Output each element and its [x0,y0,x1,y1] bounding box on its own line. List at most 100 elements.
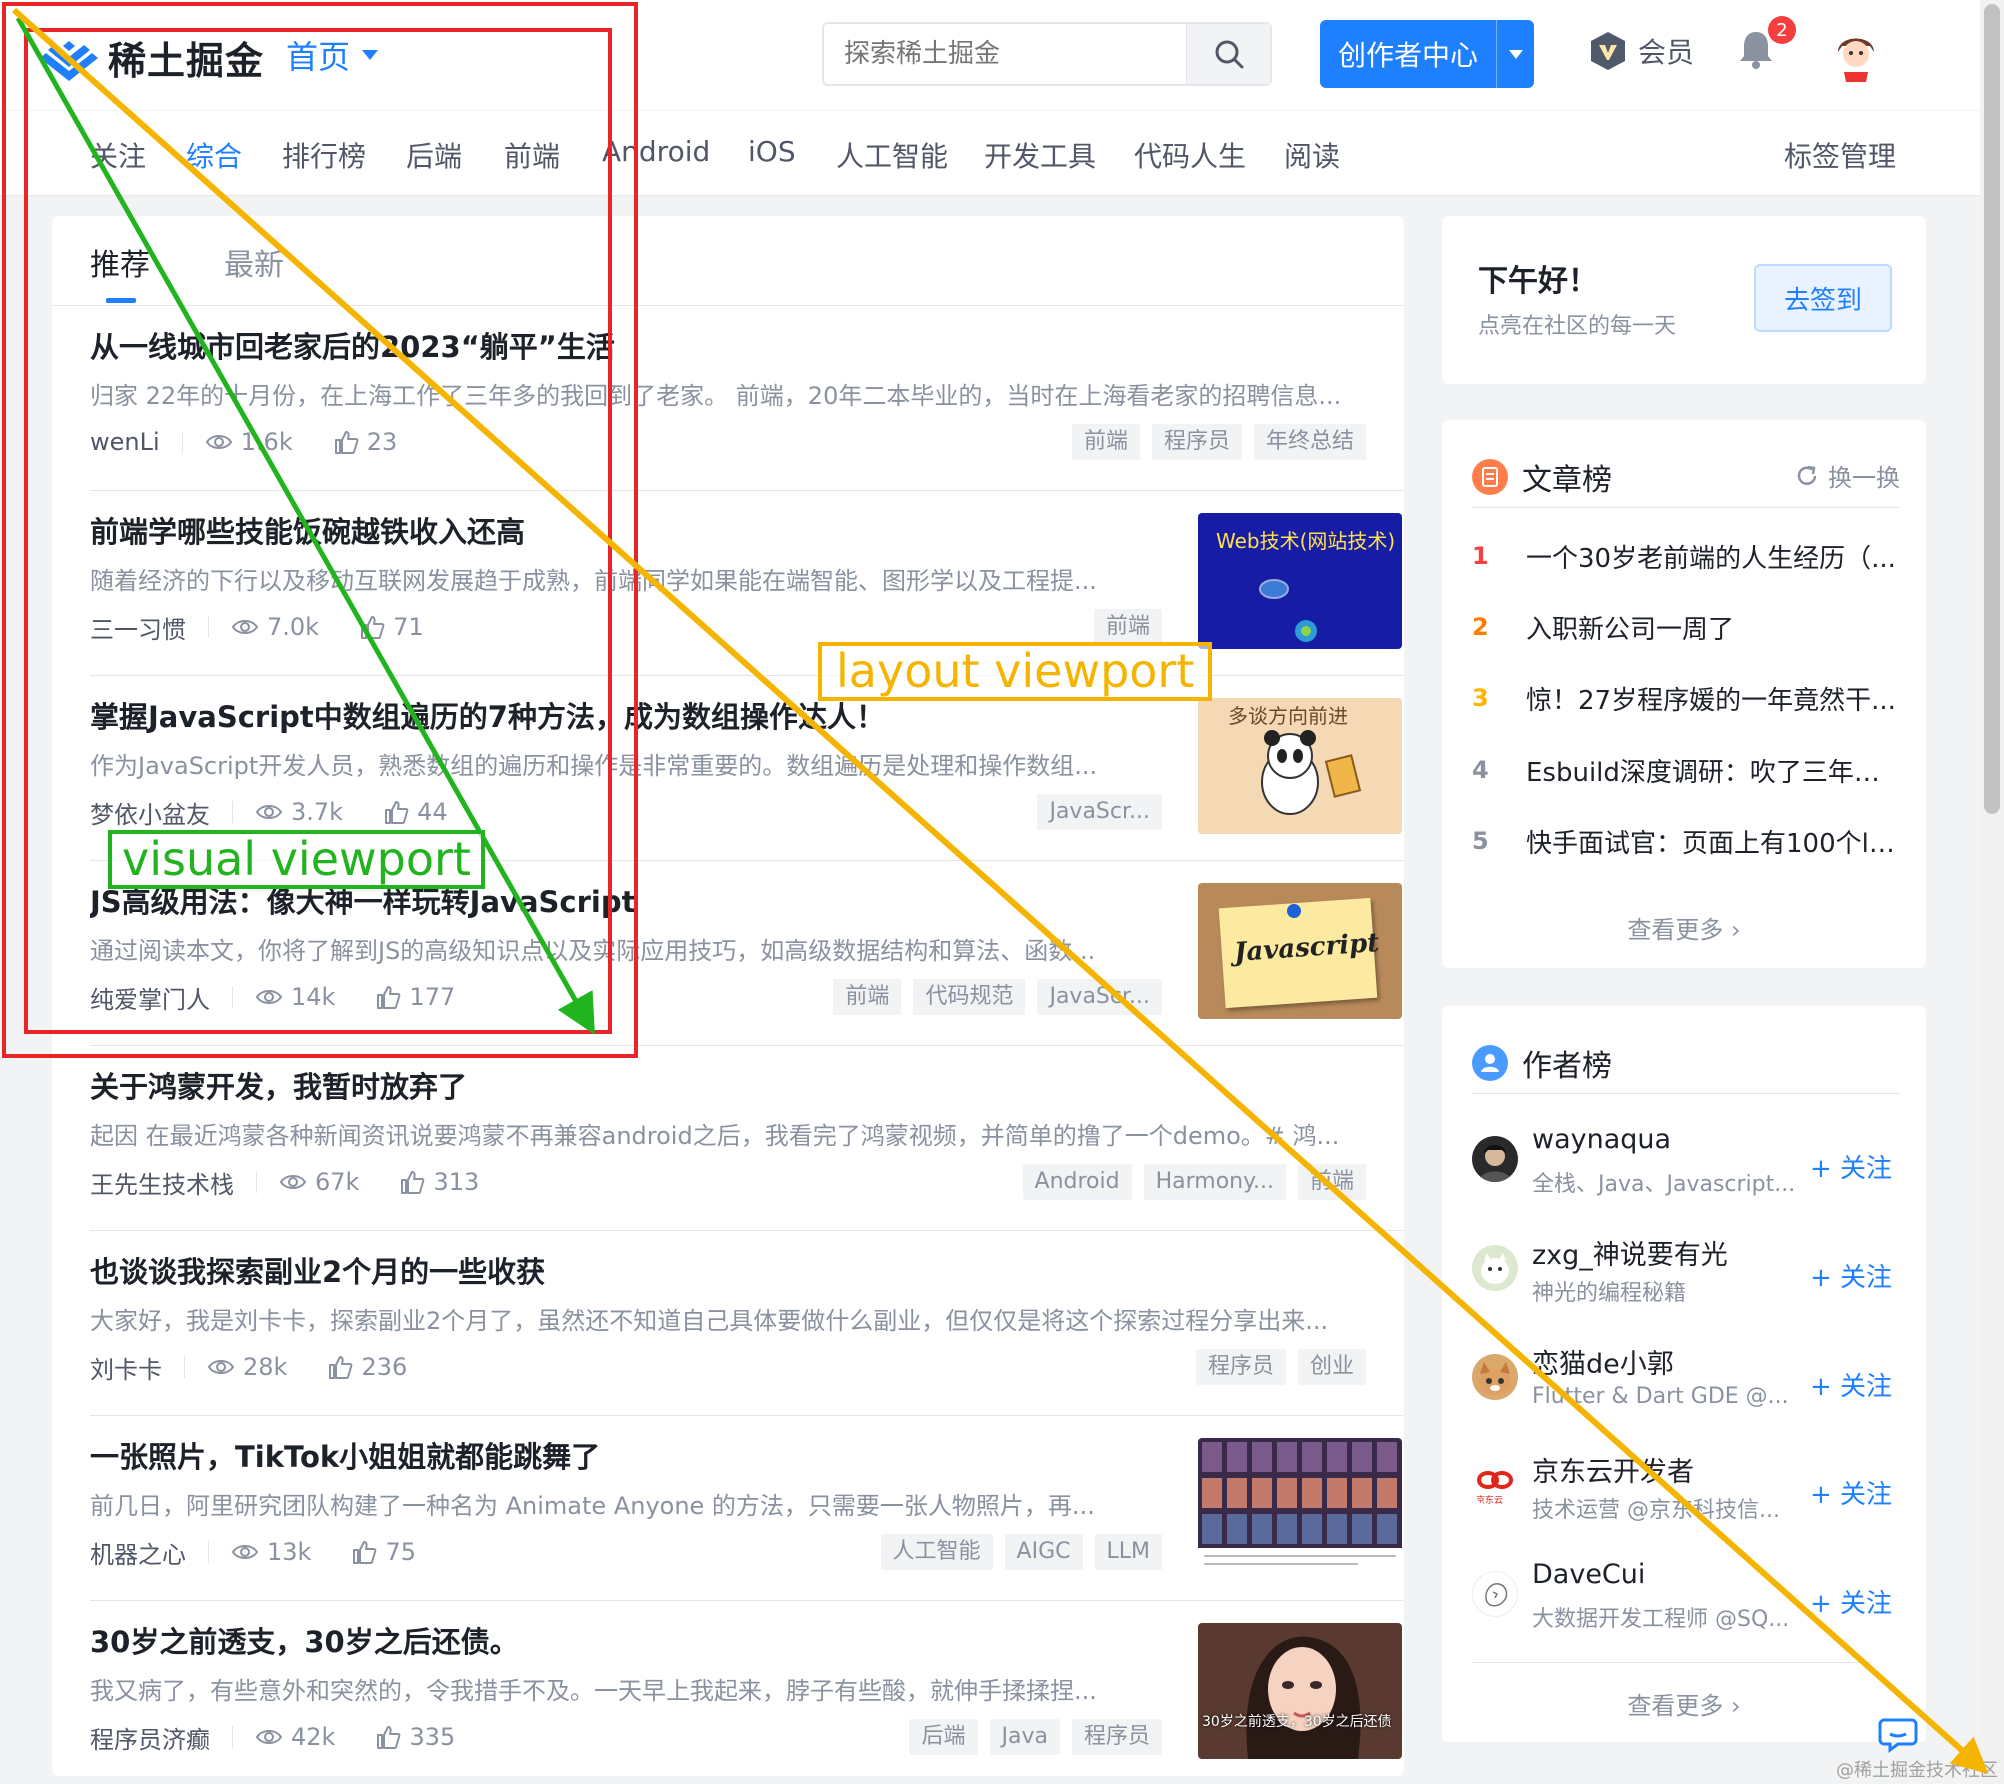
author-avatar[interactable] [1472,1354,1518,1400]
page-scrollbar[interactable] [1980,0,2004,1784]
article-title[interactable]: 一张照片，TikTok小姐姐就都能跳舞了 [90,1434,1160,1476]
rank-title[interactable]: Esbuild深度调研：吹了三年，... [1526,752,1900,789]
rank-title[interactable]: 一个30岁老前端的人生经历（... [1526,538,1900,575]
view-more-link[interactable]: 查看更多 › [1442,910,1926,945]
category-follow[interactable]: 关注 [90,135,146,175]
article-tag[interactable]: 前端 [1093,609,1162,645]
article-item[interactable]: 前端学哪些技能饭碗越铁收入还高 随着经济的下行以及移动互联网发展趋于成熟，前端同… [90,491,1404,676]
like-button[interactable]: 313 [399,1168,479,1196]
like-button[interactable]: 236 [327,1353,407,1381]
category-code-life[interactable]: 代码人生 [1134,135,1246,175]
author-item[interactable]: 恋猫de小郭 Flutter & Dart GDE @... + 关注 [1472,1342,1900,1426]
article-tag[interactable]: JavaScr... [1037,794,1162,830]
article-author[interactable]: wenLi [90,428,160,456]
rank-title[interactable]: 快手面试官：页面上有100个li... [1526,823,1900,860]
category-general[interactable]: 综合 [186,135,242,175]
article-item[interactable]: 关于鸿蒙开发，我暂时放弃了 起因 在最近鸿蒙各种新闻资讯说要鸿蒙不再兼容andr… [90,1046,1404,1231]
author-avatar[interactable]: 京东云 [1472,1462,1518,1508]
like-button[interactable]: 71 [359,613,424,641]
like-button[interactable]: 177 [375,983,455,1011]
author-name[interactable]: waynaqua [1532,1124,1671,1155]
signin-button[interactable]: 去签到 [1754,264,1892,332]
juejin-logo[interactable]: 稀土掘金 [40,30,264,85]
article-tag[interactable]: 前端 [1297,1164,1366,1200]
article-title[interactable]: 从一线城市回老家后的2023“躺平”生活 [90,324,1364,366]
article-tag[interactable]: JavaScr... [1037,979,1162,1015]
search-button[interactable] [1186,24,1270,84]
member-link[interactable]: 会员 [1588,30,1694,72]
article-tag[interactable]: 后端 [909,1719,978,1755]
article-tag[interactable]: Java [989,1719,1060,1755]
article-author[interactable]: 刘卡卡 [90,1350,162,1385]
nav-home-dropdown[interactable]: 首页 [286,32,379,78]
rank-title[interactable]: 惊！27岁程序媛的一年竟然干... [1526,680,1900,717]
article-title[interactable]: JS高级用法：像大神一样玩转JavaScript [90,879,1160,921]
follow-button[interactable]: + 关注 [1810,1148,1892,1185]
follow-button[interactable]: + 关注 [1810,1257,1892,1294]
article-tag[interactable]: 前端 [833,979,902,1015]
like-button[interactable]: 44 [383,798,448,826]
article-item[interactable]: JS高级用法：像大神一样玩转JavaScript 通过阅读本文，你将了解到JS的… [90,861,1404,1046]
category-ios[interactable]: iOS [748,135,796,168]
rank-item[interactable]: 3 惊！27岁程序媛的一年竟然干... [1472,678,1900,718]
article-tag[interactable]: 程序员 [1195,1349,1286,1385]
category-frontend[interactable]: 前端 [504,135,560,175]
author-name[interactable]: 京东云开发者 [1532,1450,1694,1489]
search-input[interactable] [824,24,1186,84]
article-item[interactable]: 一张照片，TikTok小姐姐就都能跳舞了 前几日，阿里研究团队构建了一种名为 A… [90,1416,1404,1601]
category-ai[interactable]: 人工智能 [836,135,948,175]
article-item[interactable]: 30岁之前透支，30岁之后还债。 我又病了，有些意外和突然的，令我措手不及。一天… [90,1601,1404,1776]
author-item[interactable]: 京东云 京东云开发者 技术运营 @京东科技信... + 关注 [1472,1450,1900,1534]
view-more-link[interactable]: 查看更多 › [1442,1686,1926,1721]
category-rankings[interactable]: 排行榜 [282,135,366,175]
article-author[interactable]: 程序员济癫 [90,1720,210,1755]
article-item[interactable]: 掌握JavaScript中数组遍历的7种方法，成为数组操作达人！ 作为JavaS… [90,676,1404,861]
article-tag[interactable]: LLM [1094,1534,1162,1570]
article-title[interactable]: 30岁之前透支，30岁之后还债。 [90,1619,1160,1661]
article-tag[interactable]: 代码规范 [913,979,1026,1015]
author-name[interactable]: zxg_神说要有光 [1532,1233,1728,1272]
article-title[interactable]: 关于鸿蒙开发，我暂时放弃了 [90,1064,1364,1106]
article-thumbnail[interactable]: Javascript [1198,883,1402,1019]
author-name[interactable]: 恋猫de小郭 [1532,1342,1674,1381]
category-devtools[interactable]: 开发工具 [984,135,1096,175]
follow-button[interactable]: + 关注 [1810,1474,1892,1511]
creator-dropdown-toggle[interactable] [1496,20,1534,88]
article-item[interactable]: 从一线城市回老家后的2023“躺平”生活 归家 22年的十月份，在上海工作了三年… [90,306,1404,491]
category-backend[interactable]: 后端 [406,135,462,175]
article-tag[interactable]: 创业 [1297,1349,1366,1385]
rank-item[interactable]: 4 Esbuild深度调研：吹了三年，... [1472,750,1900,790]
author-avatar[interactable] [1472,1571,1518,1617]
article-tag[interactable]: AIGC [1004,1534,1083,1570]
creator-center-button[interactable]: 创作者中心 [1320,20,1534,88]
refresh-button[interactable]: 换一换 [1794,458,1900,493]
category-android[interactable]: Android [602,135,710,168]
scrollbar-thumb[interactable] [1984,4,2000,814]
like-button[interactable]: 23 [333,428,397,456]
like-button[interactable]: 75 [351,1538,416,1566]
rank-item[interactable]: 1 一个30岁老前端的人生经历（... [1472,536,1900,576]
article-thumbnail[interactable] [1198,1438,1402,1574]
rank-title[interactable]: 入职新公司一周了 [1526,609,1900,646]
tab-recommend[interactable]: 推荐 [90,240,150,284]
article-thumbnail[interactable]: 多谈方向前进 [1198,698,1402,834]
article-tag[interactable]: 程序员 [1151,424,1242,460]
author-avatar[interactable] [1472,1245,1518,1291]
article-tag[interactable]: 前端 [1071,424,1140,460]
tag-manage-link[interactable]: 标签管理 [1784,135,1896,175]
follow-button[interactable]: + 关注 [1810,1366,1892,1403]
article-author[interactable]: 梦依小盆友 [90,795,210,830]
article-tag[interactable]: Android [1022,1164,1132,1200]
category-reading[interactable]: 阅读 [1284,135,1340,175]
author-item[interactable]: zxg_神说要有光 神光的编程秘籍 + 关注 [1472,1233,1900,1317]
article-item[interactable]: 也谈谈我探索副业2个月的一些收获 大家好，我是刘卡卡，探索副业2个月了，虽然还不… [90,1231,1404,1416]
article-thumbnail[interactable]: Web技术(网站技术) [1198,513,1402,649]
article-tag[interactable]: Harmony... [1143,1164,1286,1200]
article-author[interactable]: 机器之心 [90,1535,186,1570]
article-title[interactable]: 前端学哪些技能饭碗越铁收入还高 [90,509,1160,551]
author-name[interactable]: DaveCui [1532,1559,1645,1590]
author-item[interactable]: DaveCui 大数据开发工程师 @SQ... + 关注 [1472,1559,1900,1643]
article-tag[interactable]: 人工智能 [880,1534,993,1570]
tab-latest[interactable]: 最新 [224,240,284,284]
article-author[interactable]: 王先生技术栈 [90,1165,234,1200]
